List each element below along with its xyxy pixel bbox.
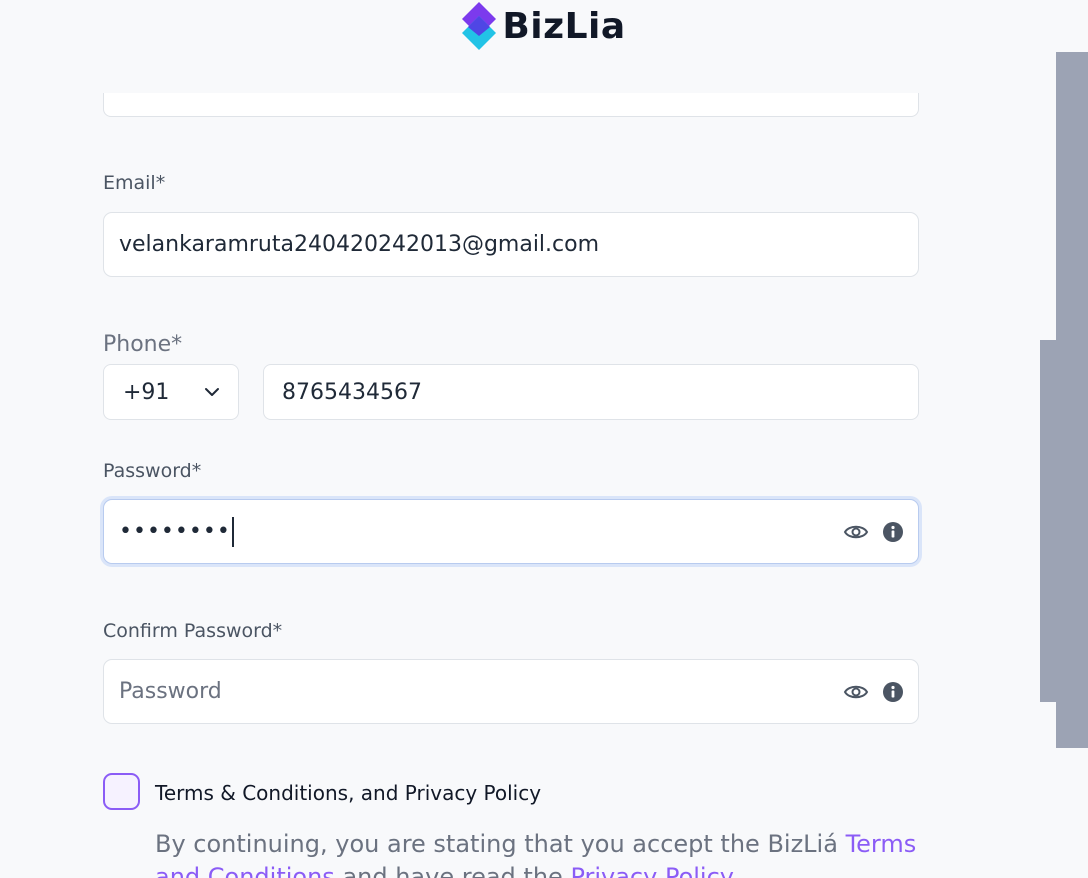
eye-icon[interactable]: [843, 522, 869, 542]
scrollbar[interactable]: [1056, 52, 1088, 748]
password-value: ••••••••: [119, 516, 843, 547]
text-caret: [231, 516, 234, 547]
disclaimer-text: By continuing, you are stating that you …: [155, 830, 846, 858]
brand-name: BizLia: [502, 5, 626, 47]
info-icon[interactable]: [883, 521, 903, 542]
email-value: velankaramruta240420242013@gmail.com: [119, 232, 600, 257]
disclaimer-text-middle: and have read the: [334, 863, 571, 878]
chevron-down-icon: [204, 387, 220, 397]
scroll-mask: [0, 52, 1040, 93]
scrollbar-thumb[interactable]: [1040, 340, 1058, 702]
email-label: Email*: [103, 172, 166, 194]
phone-number-value: 8765434567: [282, 379, 422, 405]
brand-logo[interactable]: BizLia: [462, 2, 625, 50]
country-code-select[interactable]: +91: [103, 364, 239, 420]
password-label: Password*: [103, 460, 202, 482]
phone-label: Phone*: [103, 332, 183, 357]
confirm-password-placeholder: Password: [119, 679, 222, 704]
password-field[interactable]: ••••••••: [103, 499, 919, 564]
country-code-value: +91: [123, 379, 170, 405]
terms-disclaimer: By continuing, you are stating that you …: [155, 828, 945, 878]
terms-checkbox-label[interactable]: Terms & Conditions, and Privacy Policy: [155, 781, 541, 805]
terms-checkbox[interactable]: [103, 773, 140, 810]
phone-number-field[interactable]: 8765434567: [263, 364, 919, 420]
privacy-policy-link[interactable]: Privacy Policy: [570, 863, 734, 878]
header: BizLia: [0, 0, 1088, 52]
email-field[interactable]: velankaramruta240420242013@gmail.com: [103, 212, 919, 277]
confirm-password-label: Confirm Password*: [103, 620, 283, 642]
confirm-password-field[interactable]: Password: [103, 659, 919, 724]
diamond-logo-icon: [462, 2, 497, 50]
info-icon[interactable]: [883, 681, 903, 702]
eye-icon[interactable]: [843, 682, 869, 702]
